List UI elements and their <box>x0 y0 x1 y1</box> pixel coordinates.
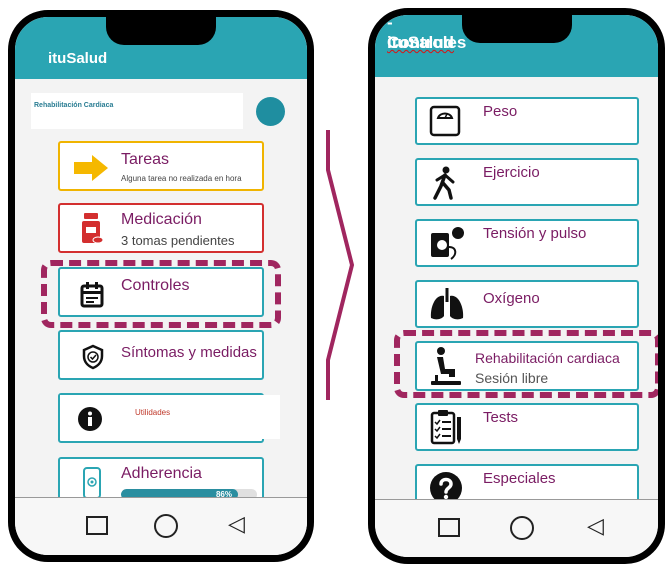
card-title: Ejercicio <box>483 164 540 181</box>
phone-notch <box>461 15 572 43</box>
back-button[interactable]: ◁ <box>587 514 604 538</box>
card-ejercicio[interactable]: Ejercicio <box>415 158 639 206</box>
card-utilidades[interactable]: Utilidades <box>58 393 280 443</box>
card-tension[interactable]: Tensión y pulso <box>415 219 639 267</box>
app-title: ituSalud <box>48 50 108 67</box>
card-subtitle: Alguna tarea no realizada en hora <box>121 174 242 183</box>
controles-screen: Peso Ejercicio Tensión y pulso Oxígeno R… <box>375 77 658 512</box>
phone-frame-home: ituSalud Rehabilitación Cardiaca Tareas … <box>8 10 314 562</box>
card-title: Peso <box>483 103 518 120</box>
card-title: Adherencia <box>121 465 202 482</box>
card-title: Tareas <box>121 151 170 168</box>
card-title: Utilidades <box>135 408 171 417</box>
app-title-section: - Controles <box>387 13 467 52</box>
card-tareas[interactable]: Tareas Alguna tarea no realizada en hora <box>58 141 264 191</box>
home-button[interactable] <box>154 514 178 538</box>
card-peso[interactable]: Peso <box>415 97 639 145</box>
recents-button[interactable] <box>86 516 108 535</box>
scale-icon <box>429 105 461 137</box>
card-title: Síntomas y medidas <box>121 344 257 361</box>
card-title: Medicación <box>121 211 202 228</box>
blood-pressure-icon <box>431 227 464 260</box>
card-oxigeno[interactable]: Oxígeno <box>415 280 639 328</box>
home-button[interactable] <box>510 516 534 540</box>
clipboard-icon <box>430 410 461 445</box>
highlight-rehabilitacion <box>394 330 658 398</box>
card-title: Tensión y pulso <box>483 225 587 242</box>
android-nav-bar: ◁ <box>375 499 658 557</box>
phone-notch <box>106 17 216 45</box>
profile-label: Rehabilitación Cardiaca <box>34 102 114 109</box>
card-medicacion[interactable]: Medicación 3 tomas pendientes <box>58 203 264 253</box>
card-subtitle: 3 tomas pendientes <box>121 233 235 248</box>
walking-icon <box>433 166 455 200</box>
card-sintomas[interactable]: Síntomas y medidas <box>58 330 264 380</box>
card-title: Oxígeno <box>483 290 540 307</box>
pill-bottle-icon <box>82 213 103 244</box>
recents-button[interactable] <box>438 518 460 537</box>
lungs-icon <box>430 288 464 320</box>
phone-frame-controles: ituSalud - Controles Peso Ejercicio Tens… <box>368 8 665 564</box>
avatar[interactable] <box>256 97 285 126</box>
arrow-right-icon <box>74 155 108 181</box>
phone-touch-icon <box>83 467 101 499</box>
card-title: Especiales <box>483 470 556 487</box>
shield-check-icon <box>82 344 104 370</box>
highlight-controles <box>41 260 281 328</box>
profile-bar[interactable]: Rehabilitación Cardiaca <box>31 93 243 129</box>
transition-arrow-icon <box>326 130 355 400</box>
info-icon <box>78 407 102 431</box>
android-nav-bar: ◁ <box>15 497 307 555</box>
card-title: Tests <box>483 409 519 426</box>
card-tests[interactable]: Tests <box>415 403 639 451</box>
back-button[interactable]: ◁ <box>228 512 245 536</box>
